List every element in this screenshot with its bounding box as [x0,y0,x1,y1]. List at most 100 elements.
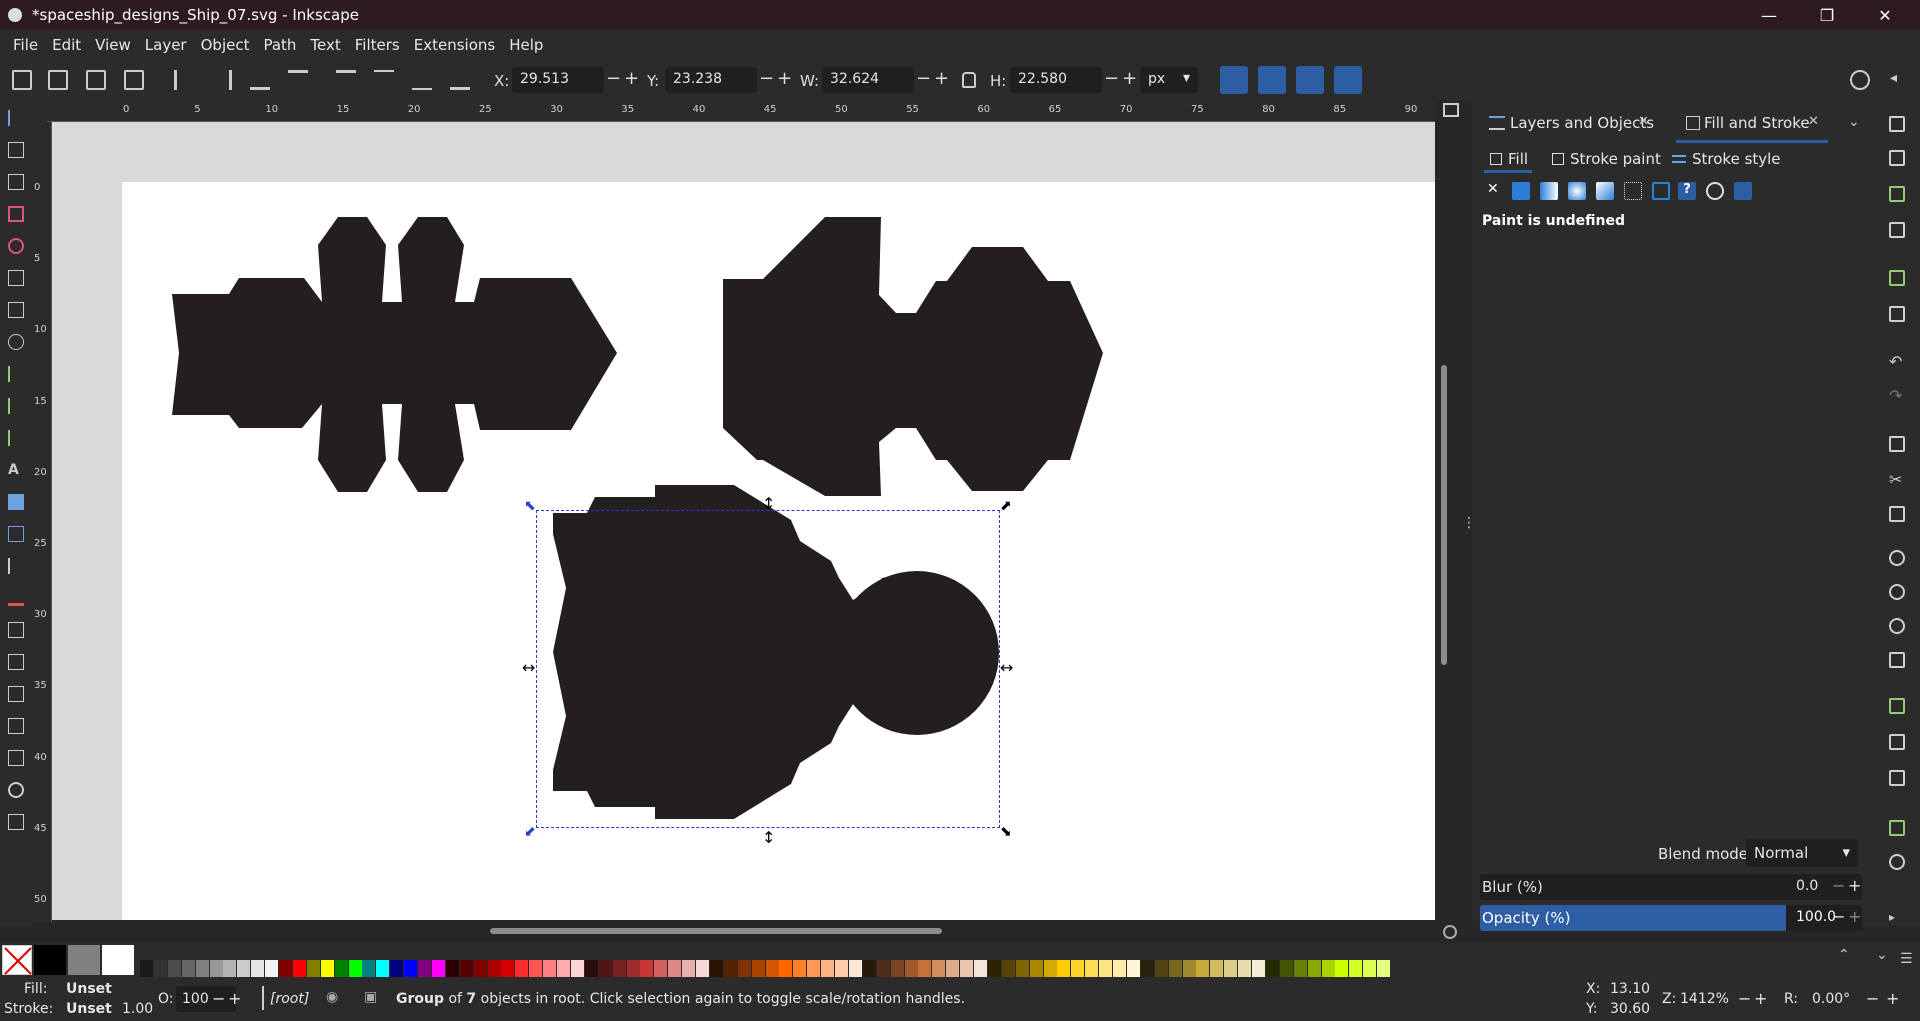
save-icon[interactable] [1889,186,1905,202]
unlink-clone-icon[interactable] [1889,770,1905,786]
tweak-tool-icon[interactable] [8,622,24,638]
spiral-tool-icon[interactable] [8,334,24,350]
select-all-layers-icon[interactable] [48,70,68,90]
dropper-tool-icon[interactable] [8,558,24,574]
palette-swatch[interactable] [487,960,501,978]
palette-swatch[interactable] [209,960,223,978]
palette-swatch[interactable] [1196,960,1210,978]
palette-swatch[interactable] [1001,960,1015,978]
calligraphy-tool-icon[interactable] [8,430,24,446]
move-patterns-toggle[interactable] [1334,66,1362,94]
redo-icon[interactable]: ↷ [1889,386,1905,405]
zoom-tool-icon[interactable] [8,782,24,798]
w-input[interactable]: 32.624 [822,67,914,93]
menu-text[interactable]: Text [303,36,347,54]
opacity-increment-button[interactable]: + [228,989,241,1008]
palette-swatch[interactable] [1182,960,1196,978]
lower-icon[interactable] [412,70,432,90]
ellipse-tool-icon[interactable] [8,238,24,254]
pencil-tool-icon[interactable] [8,398,24,414]
palette-swatch[interactable] [1238,960,1252,978]
y-decrement-button[interactable]: − [759,68,774,89]
palette-scroll-down-icon[interactable]: ⌄ [1876,947,1888,963]
color-management-icon[interactable] [1443,925,1457,939]
export-icon[interactable] [1889,306,1905,322]
palette-swatch[interactable] [390,960,404,978]
tab-stroke-paint[interactable]: Stroke paint [1570,150,1661,168]
opacity-decrement-button[interactable]: − [1832,907,1845,926]
zoom-page-icon[interactable] [1889,618,1905,634]
palette-swatch[interactable] [473,960,487,978]
opacity-decrement-button[interactable]: − [212,989,225,1008]
fill-indicator-value[interactable]: Unset [66,981,112,997]
palette-swatch[interactable] [1335,960,1349,978]
duplicate-icon[interactable] [1889,698,1905,714]
palette-swatch[interactable] [737,960,751,978]
open-icon[interactable] [1889,150,1905,166]
measure-tool-icon[interactable] [8,814,24,830]
palette-scroll-up-icon[interactable]: ⌃ [1838,947,1850,963]
snap-menu-chevron-icon[interactable]: ◂ [1890,70,1910,90]
x-decrement-button[interactable]: − [606,68,621,89]
selector-tool-icon[interactable] [8,110,24,126]
palette-swatch[interactable] [501,960,515,978]
palette-swatch[interactable] [862,960,876,978]
undo-icon[interactable]: ↶ [1889,352,1905,371]
palette-swatch[interactable] [890,960,904,978]
scale-handle-bottom-left[interactable]: ⬋ [524,824,536,840]
palette-swatch[interactable] [904,960,918,978]
palette-swatch[interactable] [195,960,209,978]
scale-handle-top-right[interactable]: ⬈ [1000,498,1012,514]
palette-swatch[interactable] [960,960,974,978]
palette-swatch[interactable] [1349,960,1363,978]
flip-horizontal-icon[interactable] [250,70,270,90]
maximize-button[interactable]: ❐ [1798,0,1856,30]
scale-handle-top-left[interactable]: ⬉ [524,498,536,514]
palette-swatch[interactable] [696,960,709,978]
scale-stroke-toggle[interactable] [1220,66,1248,94]
palette-swatch[interactable] [153,960,167,978]
palette-swatch[interactable] [807,960,821,978]
tab-stroke-style[interactable]: Stroke style [1692,150,1781,168]
ship-shape-2[interactable] [723,217,1103,496]
zoom-selection-icon[interactable] [1889,550,1905,566]
snap-icon[interactable] [1850,70,1870,90]
fill-rule-evenodd-icon[interactable] [1706,182,1724,200]
palette-swatch[interactable] [1377,960,1391,978]
menu-file[interactable]: File [6,36,45,54]
palette-swatch[interactable] [654,960,668,978]
rotation-value[interactable]: 0.00° [1812,991,1850,1007]
palette-swatch[interactable] [348,960,362,978]
pages-tool-icon[interactable] [8,750,24,766]
blend-mode-select[interactable]: Normal ▾ [1746,839,1858,867]
palette-swatch[interactable] [1085,960,1099,978]
palette-swatch[interactable] [418,960,431,978]
palette-swatch[interactable] [557,960,570,978]
zoom-drawing-icon[interactable] [1889,584,1905,600]
cut-icon[interactable]: ✂ [1889,470,1905,489]
palette-swatch[interactable] [1279,960,1293,978]
blur-increment-button[interactable]: + [1848,876,1861,895]
palette-swatch[interactable] [445,960,459,978]
palette-swatch[interactable] [640,960,654,978]
close-window-button[interactable]: ✕ [1856,0,1914,30]
shape-builder-tool-icon[interactable] [8,174,24,190]
palette-swatch[interactable] [1363,960,1377,978]
palette-swatch[interactable] [140,960,153,978]
gradient-tool-icon[interactable] [8,494,24,510]
move-gradients-toggle[interactable] [1296,66,1324,94]
palette-swatch[interactable] [1293,960,1307,978]
unset-paint-button[interactable]: ? [1678,182,1696,200]
tab-layers-and-objects[interactable]: Layers and Objects [1510,114,1654,132]
close-layers-tab-icon[interactable]: ✕ [1638,114,1649,129]
select-all-icon[interactable] [12,70,32,90]
connector-tool-icon[interactable] [8,718,24,734]
palette-swatch[interactable] [529,960,543,978]
paste-icon[interactable] [1889,506,1905,522]
unit-select[interactable]: px ▾ [1140,67,1198,93]
rectangle-tool-icon[interactable] [8,206,24,222]
palette-menu-icon[interactable]: ☰ [1900,951,1913,967]
deselect-icon[interactable] [86,70,106,90]
scale-handle-top[interactable]: ↕ [762,494,775,513]
star-tool-icon[interactable] [8,270,24,286]
